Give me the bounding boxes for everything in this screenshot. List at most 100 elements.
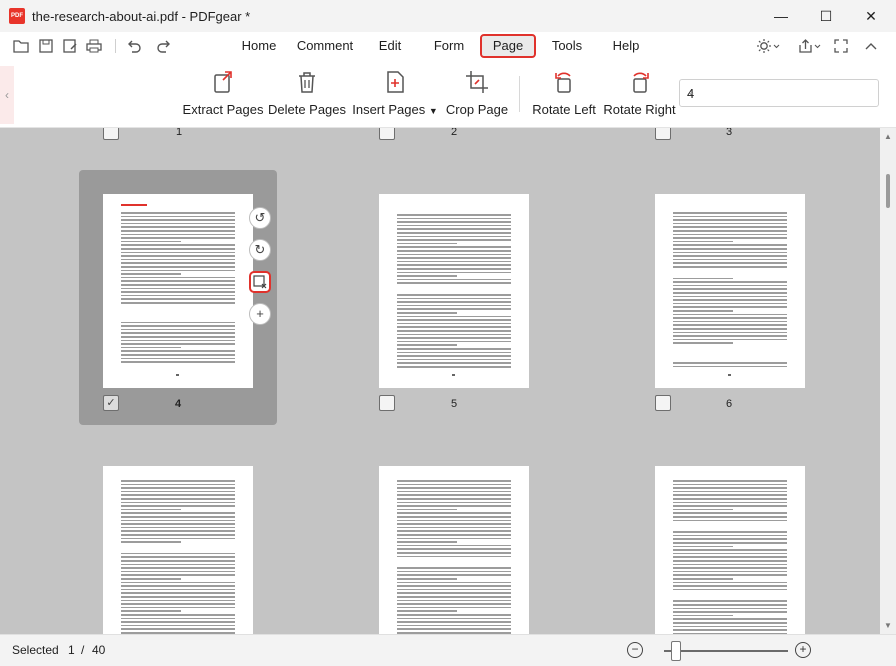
text-line [121,230,235,232]
crop-page-label: Crop Page [445,102,509,117]
text-line [397,603,511,605]
rotate-left-float-icon[interactable]: ↺ [249,207,271,229]
text-line [397,312,457,314]
undo-icon[interactable] [125,37,143,55]
page-checkbox-1[interactable] [103,128,119,140]
scroll-up-icon[interactable]: ▲ [884,132,892,141]
rotate-left-button[interactable]: Rotate Left [532,60,596,120]
minimize-button[interactable]: — [758,0,804,32]
text-line [121,519,235,522]
scrollbar-thumb[interactable] [886,174,890,208]
text-line [673,281,787,283]
zoom-in-icon[interactable]: + [795,642,811,658]
page-number-select[interactable]: 4 ⌄ [679,79,879,107]
theme-sun-icon[interactable] [754,37,782,55]
menu-edit[interactable]: Edit [372,32,408,60]
text-line [121,603,235,605]
text-line [121,526,235,529]
text-line [673,237,787,239]
page-thumbnail-8[interactable] [379,466,529,634]
page-thumbnail-5[interactable] [379,194,529,388]
extract-pages-button[interactable]: Extract Pages [183,60,263,120]
page-label-1: 1 [176,128,183,138]
delete-page-float-icon[interactable] [249,271,271,293]
text-line [673,230,787,232]
text-line [673,494,787,496]
text-line [673,226,787,228]
delete-pages-button[interactable]: Delete Pages [268,60,346,120]
text-line [121,212,235,214]
page-thumbnails-area[interactable]: 1 2 3 ↺ ↻ + ✓ 4 5 6 [0,128,880,634]
save-icon[interactable] [37,37,55,55]
page-thumbnail-7[interactable] [103,466,253,634]
fullscreen-icon[interactable] [832,37,850,55]
text-line [121,516,235,518]
menu-tools[interactable]: Tools [547,32,587,60]
page-checkbox-2[interactable] [379,128,395,140]
vertical-scrollbar[interactable]: ▲ ▼ [880,128,896,634]
page-checkbox-6[interactable] [655,395,671,411]
text-line [397,264,511,266]
text-line [673,310,733,312]
text-line [673,240,733,243]
insert-pages-button[interactable]: Insert Pages ▼ [352,60,438,120]
text-line [397,278,511,281]
text-line [121,255,235,257]
save-as-icon[interactable] [61,37,79,55]
maximize-button[interactable]: ☐ [803,0,849,32]
text-line [673,248,787,250]
page-checkbox-4[interactable]: ✓ [103,395,119,411]
page-thumbnail-9[interactable] [655,466,805,634]
collapse-ribbon-icon[interactable] [862,37,880,55]
menu-form[interactable]: Form [428,32,470,60]
text-line [121,523,235,525]
share-icon[interactable] [796,37,824,55]
text-line [121,567,235,569]
rotate-right-float-icon[interactable]: ↻ [249,239,271,261]
text-line [673,266,787,268]
text-line [397,282,511,284]
text-line [397,344,457,346]
text-line [397,548,511,550]
text-line [673,570,787,573]
scroll-down-icon[interactable]: ▼ [884,621,892,630]
text-line [121,269,235,272]
crop-page-button[interactable]: Crop Page [445,60,509,120]
menu-help[interactable]: Help [606,32,646,60]
text-line [397,214,511,216]
menu-comment[interactable]: Comment [293,32,357,60]
insert-page-float-icon[interactable]: + [249,303,271,325]
text-line [673,483,787,486]
menu-page[interactable]: Page [480,34,536,58]
page-thumbnail-6[interactable] [655,194,805,388]
print-icon[interactable] [85,37,103,55]
page-thumbnail-4[interactable] [103,194,253,388]
page-checkbox-5[interactable] [379,395,395,411]
rotate-left-icon [555,72,571,93]
page-label-2: 2 [451,128,458,138]
chevron-left-icon[interactable]: ‹ [0,66,14,124]
text-line [673,549,787,551]
zoom-out-icon[interactable]: − [627,642,643,658]
pdfgear-app-icon: PDF [9,8,25,24]
page-checkbox-3[interactable] [655,128,671,140]
rotate-right-button[interactable]: Rotate Right [603,60,676,120]
close-button[interactable]: ✕ [848,0,894,32]
zoom-slider[interactable] [664,650,788,652]
text-line [673,614,733,617]
menu-home[interactable]: Home [236,32,282,60]
window-title: the-research-about-ai.pdf - PDFgear * [32,8,251,24]
text-line [121,610,181,612]
redo-icon[interactable] [155,37,173,55]
text-line [673,342,733,344]
zoom-slider-thumb[interactable] [671,641,682,661]
text-line [673,542,787,544]
text-line [121,483,235,486]
delete-pages-label: Delete Pages [267,102,347,117]
text-line [121,541,181,543]
text-line [121,325,235,327]
text-line [397,567,511,569]
text-line [397,257,511,259]
open-folder-icon[interactable] [12,37,30,55]
text-line [673,244,787,246]
